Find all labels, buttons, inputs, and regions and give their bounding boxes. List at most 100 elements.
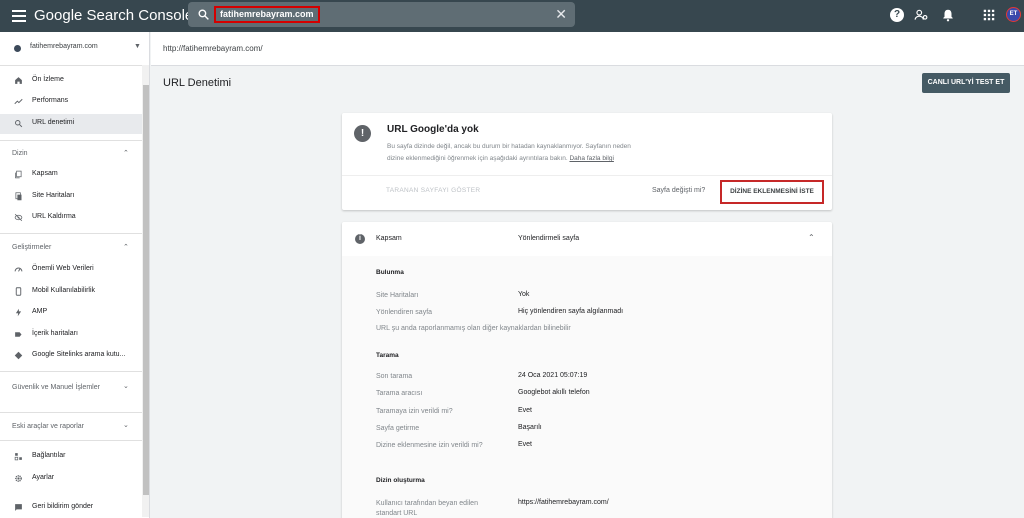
sitemap-icon [15, 192, 22, 201]
learn-more-link[interactable]: Daha fazla bilgi [569, 155, 613, 162]
section-title: Tarama [376, 352, 399, 359]
sidebar-item-url-inspection[interactable]: URL denetimi [0, 114, 142, 134]
menu-icon[interactable] [10, 7, 28, 25]
sidebar-item-settings[interactable]: Ayarlar [0, 469, 142, 489]
apps-icon[interactable] [982, 8, 996, 22]
search-bar[interactable]: fatihemrebayram.com ✕ [188, 2, 575, 27]
links-icon [14, 453, 22, 461]
sidebar-item-links[interactable]: Bağlantılar [0, 447, 142, 467]
test-live-url-button[interactable]: CANLI URL'Yİ TEST ET [922, 73, 1010, 93]
sidebar-item-label: URL Kaldırma [32, 213, 76, 220]
section-security[interactable]: Güvenlik ve Manuel İşlemler [12, 382, 112, 393]
detail-value: Yok [518, 291, 530, 298]
app-logo[interactable]: Google Search Console [34, 7, 193, 24]
coverage-value: Yönlendirmeli sayfa [518, 235, 580, 242]
sidebar-item-removals[interactable]: URL Kaldırma [0, 208, 142, 228]
request-indexing-button[interactable]: DİZİNE EKLENMESİNİ İSTE [720, 180, 824, 204]
detail-value: Googlebot akıllı telefon [518, 389, 590, 396]
sidebar-item-mobile-usability[interactable]: Mobil Kullanılabilirlik [0, 282, 142, 302]
index-status-card: ! URL Google'da yok Bu sayfa dizinde değ… [342, 113, 832, 210]
section-title: Dizin oluşturma [376, 477, 425, 484]
sidebar-item-label: Bağlantılar [32, 452, 66, 459]
view-crawled-page-button[interactable]: TARANAN SAYFAYI GÖSTER [386, 187, 480, 194]
detail-value[interactable]: https://fatihemrebayram.com/ [518, 499, 609, 506]
info-icon: i [355, 234, 365, 244]
page-changed-text: Sayfa değişti mi? [652, 187, 706, 194]
divider [0, 412, 142, 413]
chevron-up-icon[interactable]: ⌃ [808, 233, 815, 242]
property-icon [14, 45, 21, 52]
sidebar-item-label: Ayarlar [32, 474, 55, 481]
url-path-bar: http://fatihemrebayram.com/ [151, 32, 1024, 66]
page-title: URL Denetimi [163, 77, 232, 89]
detail-key: Tarama aracısı [376, 390, 423, 397]
chevron-up-icon[interactable]: ⌃ [123, 149, 129, 157]
smartphone-icon [15, 287, 22, 296]
sidebar-item-label: Geri bildirim gönder [32, 503, 94, 510]
detail-value: Evet [518, 407, 533, 414]
property-name: fatihemrebayram.com [30, 43, 98, 50]
feedback-icon [15, 504, 22, 511]
status-description: Bu sayfa dizinde değil, ancak bu durum b… [387, 141, 717, 165]
sidebar-item-label: Ön İzleme [32, 76, 64, 83]
top-app-bar: Google Search Console fatihemrebayram.co… [0, 0, 1024, 32]
divider [342, 175, 832, 176]
sidebar-scrollbar[interactable] [142, 65, 149, 517]
chevron-down-icon: ▼ [134, 43, 141, 50]
sidebar-item-label: İçerik haritaları [32, 330, 78, 337]
detail-key: Son tarama [376, 373, 413, 380]
search-icon [198, 9, 209, 20]
sidebar-item-breadcrumbs[interactable]: İçerik haritaları [0, 325, 142, 345]
sidebar-item-feedback[interactable]: Geri bildirim gönder [0, 498, 142, 518]
sidebar-item-core-web-vitals[interactable]: Önemli Web Verileri [0, 260, 142, 280]
sidebar-item-sitelinks-searchbox[interactable]: Google Sitelinks arama kutu... [0, 346, 142, 366]
close-icon[interactable]: ✕ [555, 7, 567, 21]
sidebar-item-label: Mobil Kullanılabilirlik [32, 287, 96, 294]
layers-icon [14, 351, 23, 360]
detail-key: Yönlendiren sayfa [376, 309, 433, 316]
help-icon[interactable]: ? [890, 8, 904, 22]
inspected-url: http://fatihemrebayram.com/ [163, 44, 263, 53]
description-line-2: dizine eklenmediğini öğrenmek için aşağı… [387, 155, 568, 162]
section-title: Bulunma [376, 269, 404, 276]
detail-key: Sayfa getirme [376, 425, 420, 432]
file-copy-icon [15, 170, 22, 179]
sidebar-item-sitemaps[interactable]: Site Haritaları [0, 187, 142, 207]
visibility-off-icon [14, 213, 23, 222]
sidebar-item-label: URL denetimi [32, 119, 75, 126]
manage-users-icon[interactable] [914, 8, 928, 22]
notifications-icon[interactable] [941, 8, 955, 22]
sidebar: fatihemrebayram.com ▼ Ön İzleme Performa… [0, 32, 150, 518]
divider [0, 233, 142, 234]
detail-value: Başarılı [518, 424, 542, 431]
status-title: URL Google'da yok [387, 124, 479, 135]
detail-key: Dizine eklenmesine izin verildi mi? [376, 442, 483, 449]
coverage-details: Bulunma Site Haritaları Yok Yönlendiren … [342, 256, 832, 518]
section-legacy[interactable]: Eski araçlar ve raporlar [12, 423, 84, 430]
coverage-header[interactable]: i Kapsam Yönlendirmeli sayfa ⌃ [342, 222, 832, 256]
discovery-note: URL şu anda raporlanmamış olan diğer kay… [376, 325, 571, 332]
chevron-down-icon[interactable]: ⌄ [123, 421, 129, 429]
section-enhancements[interactable]: Geliştirmeler [12, 244, 51, 251]
section-index[interactable]: Dizin [12, 150, 28, 157]
home-icon [15, 77, 22, 84]
detail-value: Hiç yönlendiren sayfa algılanmadı [518, 308, 624, 315]
property-selector[interactable]: fatihemrebayram.com ▼ [0, 32, 149, 65]
trending-up-icon [14, 98, 23, 105]
scrollbar-thumb[interactable] [143, 85, 149, 495]
bolt-icon [15, 308, 22, 317]
avatar[interactable]: ET [1006, 7, 1021, 22]
chevron-up-icon[interactable]: ⌃ [123, 243, 129, 251]
sidebar-item-label: AMP [32, 308, 48, 315]
breadcrumb-icon [15, 332, 22, 337]
sidebar-item-label: Performans [32, 97, 69, 104]
sidebar-item-performance[interactable]: Performans [0, 92, 142, 112]
description-line-1: Bu sayfa dizinde değil, ancak bu durum b… [387, 143, 631, 150]
sidebar-item-coverage[interactable]: Kapsam [0, 165, 142, 185]
search-input[interactable]: fatihemrebayram.com [214, 6, 320, 23]
sidebar-item-amp[interactable]: AMP [0, 303, 142, 323]
sidebar-item-label: Önemli Web Verileri [32, 265, 94, 272]
divider [0, 440, 142, 441]
sidebar-item-overview[interactable]: Ön İzleme [0, 71, 142, 91]
chevron-down-icon[interactable]: ⌄ [123, 382, 129, 390]
